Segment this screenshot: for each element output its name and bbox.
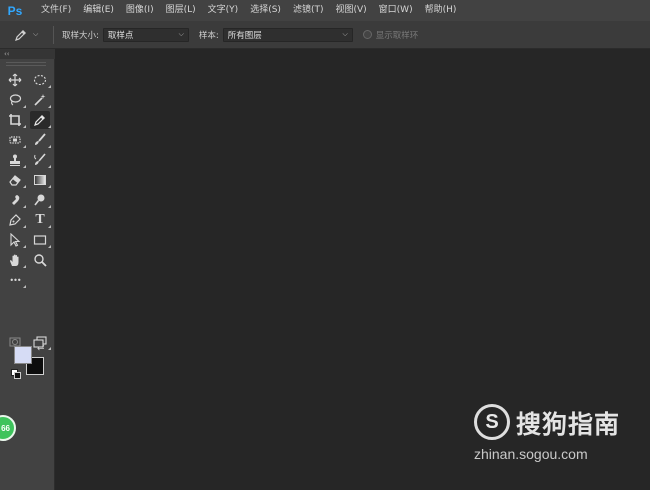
eraser-tool[interactable] xyxy=(5,171,26,189)
crop-tool[interactable] xyxy=(5,111,26,129)
elliptical-marquee-icon xyxy=(33,74,47,86)
chevron-down-icon: ⌵ xyxy=(342,30,348,38)
gradient-tool[interactable] xyxy=(30,171,51,189)
watermark-url: zhinan.sogou.com xyxy=(474,446,588,462)
menu-layer[interactable]: 图层(L) xyxy=(160,0,202,21)
pen-icon xyxy=(9,214,21,226)
zoom-icon xyxy=(34,254,47,267)
gradient-icon xyxy=(34,175,46,185)
screen-mode-button[interactable] xyxy=(30,333,51,351)
path-selection-tool[interactable] xyxy=(5,231,26,249)
tools-panel: ‹‹ T ••• ⇄ 66 xyxy=(0,49,55,490)
menu-type[interactable]: 文字(Y) xyxy=(202,0,245,21)
menu-filter[interactable]: 滤镜(T) xyxy=(287,0,330,21)
move-tool[interactable] xyxy=(5,71,25,89)
brush-icon xyxy=(35,133,46,145)
hand-tool[interactable] xyxy=(5,251,26,269)
toolbar-drag-handle[interactable] xyxy=(6,62,46,66)
show-sampling-ring-checkbox[interactable] xyxy=(362,30,372,39)
menu-view[interactable]: 视图(V) xyxy=(329,0,372,21)
chevron-down-icon: ⌵ xyxy=(178,30,184,38)
photoshop-logo: Ps xyxy=(7,3,23,18)
marquee-tool[interactable] xyxy=(30,71,51,89)
sample-select[interactable]: 所有图层 ⌵ xyxy=(222,27,353,42)
sample-size-value: 取样点 xyxy=(107,30,134,41)
menu-edit[interactable]: 编辑(E) xyxy=(77,0,120,21)
default-colors-icon[interactable] xyxy=(11,369,21,379)
eraser-icon xyxy=(9,175,21,186)
options-bar: ⌵ 取样大小: 取样点 ⌵ 样本: 所有图层 ⌵ 显示取样环 xyxy=(0,21,650,49)
foreground-color-swatch[interactable] xyxy=(14,346,32,364)
edit-toolbar-button[interactable]: ••• xyxy=(5,271,26,289)
screen-mode-icon xyxy=(33,336,47,348)
crop-icon xyxy=(9,114,21,126)
eyedropper-icon xyxy=(34,115,45,126)
hand-icon xyxy=(10,254,19,266)
sample-value: 所有图层 xyxy=(227,30,262,41)
stamp-icon xyxy=(10,154,20,166)
magic-wand-icon xyxy=(34,94,46,106)
brush-tool[interactable] xyxy=(30,131,51,149)
sample-size-label: 取样大小: xyxy=(62,30,99,41)
eyedropper-tool[interactable] xyxy=(30,111,51,129)
eyedropper-icon xyxy=(15,29,26,41)
chevron-down-icon[interactable]: ⌵ xyxy=(33,30,43,39)
sample-size-select[interactable]: 取样点 ⌵ xyxy=(102,27,189,42)
smudge-icon xyxy=(12,195,20,205)
menu-help[interactable]: 帮助(H) xyxy=(419,0,463,21)
pen-tool[interactable] xyxy=(5,211,26,229)
lasso-tool[interactable] xyxy=(5,91,26,109)
sample-label: 样本: xyxy=(198,30,219,41)
rectangle-tool[interactable] xyxy=(30,231,51,249)
sogou-watermark: S 搜狗指南 zhinan.sogou.com xyxy=(470,398,640,468)
rectangle-icon xyxy=(33,235,47,245)
menu-window[interactable]: 窗口(W) xyxy=(373,0,419,21)
clone-stamp-tool[interactable] xyxy=(5,151,26,169)
bandage-icon xyxy=(9,136,21,144)
dodge-icon xyxy=(34,194,45,206)
collapse-toolbar-button[interactable]: ‹‹ xyxy=(0,49,55,59)
dodge-tool[interactable] xyxy=(30,191,51,209)
show-sampling-ring-label: 显示取样环 xyxy=(375,30,419,41)
magic-wand-tool[interactable] xyxy=(30,91,51,109)
move-icon xyxy=(8,73,22,87)
sogou-logo-icon: S xyxy=(474,404,510,440)
type-tool[interactable]: T xyxy=(30,211,51,229)
tool-preset-picker[interactable] xyxy=(10,25,32,45)
menu-select[interactable]: 选择(S) xyxy=(244,0,287,21)
lasso-icon xyxy=(9,94,22,106)
watermark-title: 搜狗指南 xyxy=(516,410,621,439)
menu-bar: Ps 文件(F) 编辑(E) 图像(I) 图层(L) 文字(Y) 选择(S) 滤… xyxy=(0,0,650,21)
blur-tool[interactable] xyxy=(5,191,26,209)
divider xyxy=(53,25,54,44)
history-brush-icon xyxy=(34,153,46,165)
menu-image[interactable]: 图像(I) xyxy=(120,0,160,21)
history-brush-tool[interactable] xyxy=(30,151,51,169)
zoom-tool[interactable] xyxy=(30,251,50,269)
path-selection-icon xyxy=(10,233,21,247)
type-icon: T xyxy=(35,212,45,227)
more-icon: ••• xyxy=(9,275,21,285)
notification-badge: 66 xyxy=(0,415,16,441)
menu-file[interactable]: 文件(F) xyxy=(35,0,77,21)
spot-healing-tool[interactable] xyxy=(5,131,26,149)
